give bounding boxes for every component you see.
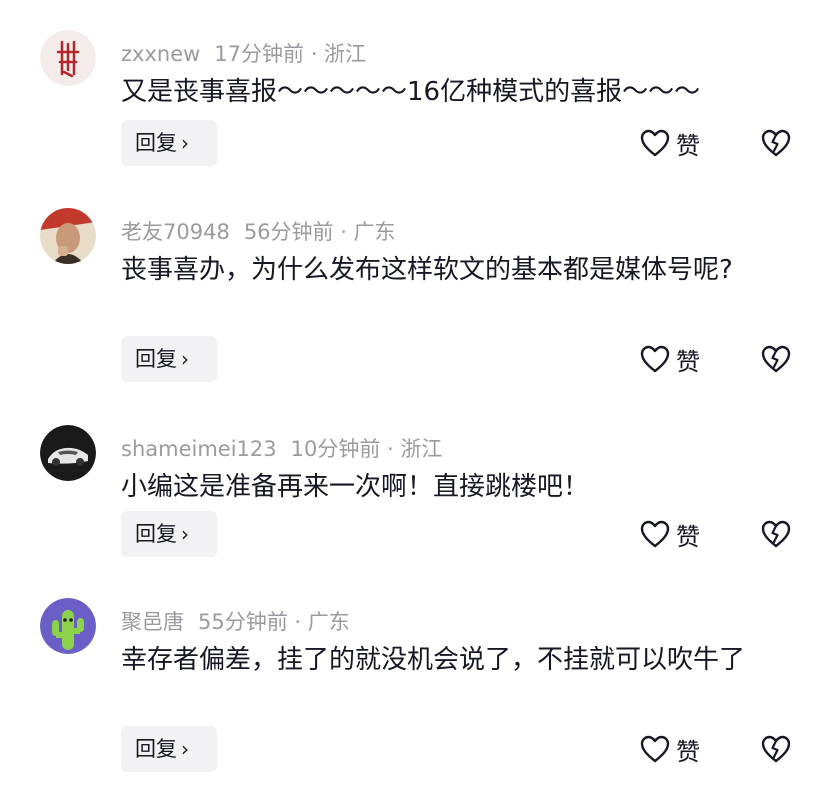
comment-meta: zxxnew 17分钟前 · 浙江 — [121, 40, 366, 68]
reply-button[interactable]: 回复 › — [121, 120, 217, 166]
like-button[interactable]: 赞 — [640, 120, 700, 166]
heart-outline-icon — [640, 735, 670, 763]
comment-text: 又是丧事喜报～～～～～16亿种模式的喜报～～～ — [121, 77, 701, 107]
heart-outline-icon — [640, 520, 670, 548]
comment-meta: 老友70948 56分钟前 · 广东 — [121, 218, 396, 246]
avatar[interactable] — [40, 425, 96, 481]
comment-text: 小编这是准备再来一次啊！直接跳楼吧！ — [121, 472, 590, 502]
time-location: 55分钟前 · 广东 — [198, 610, 350, 634]
chevron-right-icon: › — [181, 131, 189, 155]
comment-text: 幸存者偏差，挂了的就没机会说了，不挂就可以吹牛了 — [121, 645, 746, 675]
dislike-button[interactable] — [758, 726, 794, 772]
comment-text: 丧事喜办，为什么发布这样软文的基本都是媒体号呢? — [121, 255, 733, 285]
dislike-button[interactable] — [758, 336, 794, 382]
comment-meta: 聚邑唐 55分钟前 · 广东 — [121, 608, 350, 636]
avatar[interactable] — [40, 208, 96, 264]
time-location: 56分钟前 · 广东 — [243, 220, 396, 244]
avatar[interactable] — [40, 30, 96, 86]
chevron-right-icon: › — [181, 522, 189, 546]
reply-label: 回复 — [135, 131, 177, 155]
time-location: 10分钟前 · 浙江 — [290, 437, 443, 461]
like-label: 赞 — [676, 737, 700, 766]
broken-heart-icon — [761, 520, 791, 548]
like-label: 赞 — [676, 347, 700, 376]
like-label: 赞 — [676, 131, 700, 160]
chevron-right-icon: › — [181, 737, 189, 761]
heart-outline-icon — [640, 129, 670, 157]
avatar[interactable] — [40, 598, 96, 654]
reply-button[interactable]: 回复 › — [121, 511, 217, 557]
reply-label: 回复 — [135, 522, 177, 546]
username[interactable]: 聚邑唐 — [121, 610, 184, 634]
broken-heart-icon — [761, 735, 791, 763]
broken-heart-icon — [761, 129, 791, 157]
dislike-button[interactable] — [758, 511, 794, 557]
username[interactable]: zxxnew — [121, 42, 200, 66]
like-label: 赞 — [676, 522, 700, 551]
username[interactable]: shameimei123 — [121, 437, 277, 461]
time-location: 17分钟前 · 浙江 — [214, 42, 367, 66]
dislike-button[interactable] — [758, 120, 794, 166]
comment-meta: shameimei123 10分钟前 · 浙江 — [121, 435, 442, 463]
reply-button[interactable]: 回复 › — [121, 336, 217, 382]
username[interactable]: 老友70948 — [121, 220, 230, 244]
like-button[interactable]: 赞 — [640, 336, 700, 382]
like-button[interactable]: 赞 — [640, 726, 700, 772]
reply-label: 回复 — [135, 347, 177, 371]
broken-heart-icon — [761, 345, 791, 373]
like-button[interactable]: 赞 — [640, 511, 700, 557]
heart-outline-icon — [640, 345, 670, 373]
chevron-right-icon: › — [181, 347, 189, 371]
reply-label: 回复 — [135, 737, 177, 761]
reply-button[interactable]: 回复 › — [121, 726, 217, 772]
